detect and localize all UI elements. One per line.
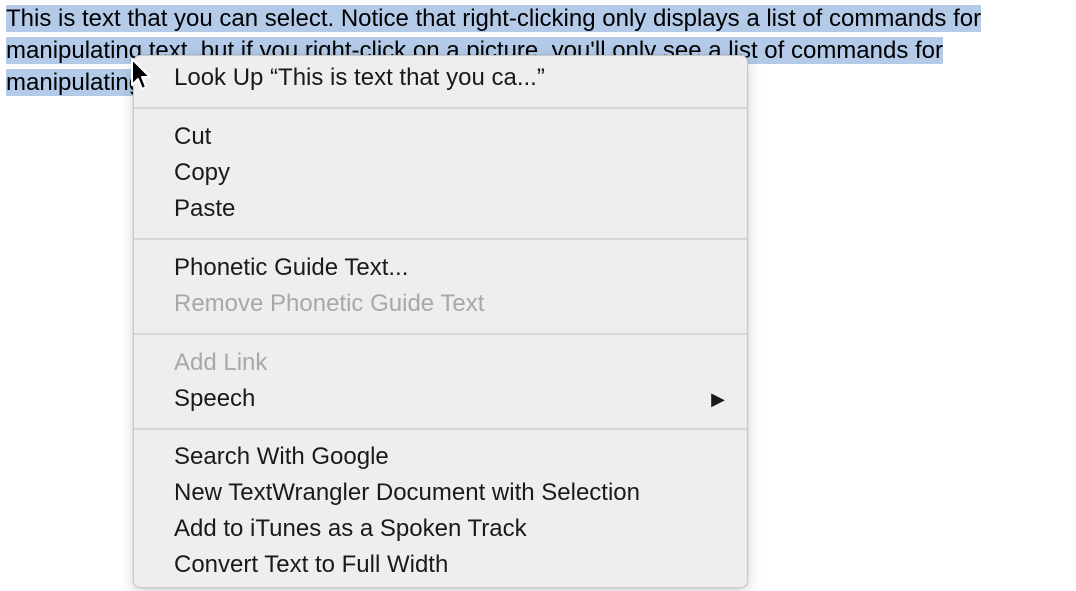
menu-item-phonetic-guide[interactable]: Phonetic Guide Text... (134, 250, 747, 286)
menu-item-remove-phonetic-guide: Remove Phonetic Guide Text (174, 290, 485, 317)
menu-item-cut[interactable]: Cut (134, 119, 747, 155)
menu-separator (134, 428, 747, 430)
menu-item-convert-full-width[interactable]: Convert Text to Full Width (134, 547, 747, 583)
menu-item-add-link: Add Link (174, 349, 268, 376)
triangle-right-icon: ▶ (711, 389, 725, 409)
selected-text[interactable]: manipulating (6, 69, 143, 96)
menu-item-speech-label: Speech (174, 385, 256, 412)
menu-item-speech[interactable]: Speech ▶ (134, 381, 747, 417)
menu-separator (134, 238, 747, 240)
menu-item-look-up[interactable]: Look Up “This is text that you ca...” (134, 60, 747, 96)
arrow-cursor-icon (131, 58, 151, 90)
menu-item-copy[interactable]: Copy (134, 155, 747, 191)
selected-text[interactable]: This is text that you can select. Notice… (6, 5, 982, 32)
menu-separator (134, 333, 747, 335)
menu-item-paste[interactable]: Paste (134, 191, 747, 227)
menu-separator (134, 107, 747, 109)
menu-item-search-google[interactable]: Search With Google (134, 439, 747, 475)
document-line-1[interactable]: This is text that you can select. Notice… (6, 3, 1072, 35)
menu-item-new-textwrangler[interactable]: New TextWrangler Document with Selection (134, 475, 747, 511)
context-menu: Look Up “This is text that you ca...” Cu… (133, 55, 748, 588)
menu-item-add-itunes[interactable]: Add to iTunes as a Spoken Track (134, 511, 747, 547)
page: This is text that you can select. Notice… (0, 0, 1076, 591)
